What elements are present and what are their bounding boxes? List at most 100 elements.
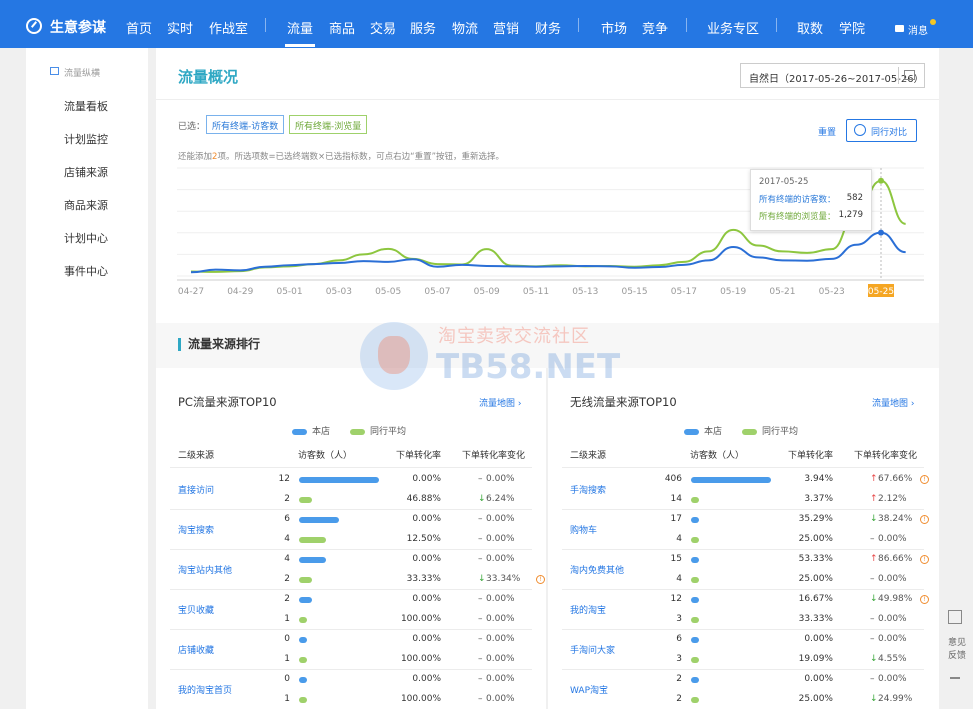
peer-visitor-bar xyxy=(691,657,699,663)
nav-item-7[interactable]: 物流 xyxy=(452,18,478,37)
nav-item-12[interactable]: 业务专区 xyxy=(707,18,759,37)
sidebar-item-5[interactable]: 事件中心 xyxy=(64,263,108,279)
peer-visitor-bar xyxy=(299,657,307,663)
legend-label: 同行平均 xyxy=(370,427,407,437)
store-conversion-change: 67.66% xyxy=(878,474,913,484)
source-name-link[interactable]: 手淘搜索 xyxy=(570,483,606,496)
source-name-link[interactable]: 直接访问 xyxy=(178,483,214,496)
source-name-link[interactable]: 我的淘宝 xyxy=(570,603,606,616)
source-name-link[interactable]: 我的淘宝首页 xyxy=(178,683,232,696)
dash-icon: – xyxy=(478,634,483,644)
peer-conversion-change: 0.00% xyxy=(486,614,515,624)
row-divider xyxy=(170,669,532,670)
store-visitor-count: 0 xyxy=(284,674,290,684)
arrow-down-icon: ↓ xyxy=(870,694,878,704)
warning-icon[interactable]: ! xyxy=(536,575,545,584)
tooltip-value: 582 xyxy=(846,193,863,203)
source-name-link[interactable]: 宝贝收藏 xyxy=(178,603,214,616)
source-name-link[interactable]: 购物车 xyxy=(570,523,597,536)
brand-name[interactable]: 生意参谋 xyxy=(50,17,106,37)
store-visitor-bar xyxy=(299,637,307,643)
peer-visitor-count: 4 xyxy=(284,534,290,544)
peer-visitor-bar xyxy=(691,577,699,583)
traffic-section-icon xyxy=(50,67,59,75)
dash-icon: – xyxy=(478,674,483,684)
warning-icon[interactable]: ! xyxy=(920,475,929,484)
floating-toolbar: 意见反馈 xyxy=(941,605,973,685)
nav-item-13[interactable]: 取数 xyxy=(797,18,823,37)
store-visitor-bar xyxy=(691,477,771,483)
sidebar-item-2[interactable]: 店铺来源 xyxy=(64,164,108,180)
back-to-top-icon[interactable] xyxy=(950,669,960,679)
peer-compare-button[interactable]: 同行对比 xyxy=(846,119,917,142)
peer-visitor-bar xyxy=(691,697,699,703)
store-conversion-rate: 0.00% xyxy=(412,474,441,484)
traffic-map-link[interactable]: 流量地图 › xyxy=(479,396,521,409)
calendar-icon[interactable] xyxy=(898,67,918,84)
nav-item-14[interactable]: 学院 xyxy=(839,18,865,37)
source-name-link[interactable]: 淘内免费其他 xyxy=(570,563,624,576)
tooltip-row-visitors: 所有终端的访客数： 582 xyxy=(759,193,863,205)
nav-item-1[interactable]: 实时 xyxy=(167,18,193,37)
nav-item-9[interactable]: 财务 xyxy=(535,18,561,37)
source-name-link[interactable]: 淘宝站内其他 xyxy=(178,563,232,576)
series-point-highlight[interactable] xyxy=(878,177,884,184)
store-conversion-rate: 3.94% xyxy=(804,474,833,484)
sidebar-item-3[interactable]: 商品来源 xyxy=(64,197,108,213)
message-icon[interactable] xyxy=(895,25,904,32)
source-name-link[interactable]: 店铺收藏 xyxy=(178,643,214,656)
nav-item-2[interactable]: 作战室 xyxy=(209,18,248,37)
warning-icon[interactable]: ! xyxy=(920,595,929,604)
nav-item-4[interactable]: 商品 xyxy=(329,18,355,37)
warning-icon[interactable]: ! xyxy=(920,515,929,524)
feedback-link[interactable]: 意见反馈 xyxy=(944,635,970,661)
nav-item-3[interactable]: 流量 xyxy=(284,18,316,47)
warning-icon[interactable]: ! xyxy=(920,555,929,564)
x-tick-label: 05-09 xyxy=(474,287,500,297)
metric-tag-visitors[interactable]: 所有终端-访客数 xyxy=(206,115,285,134)
metric-tag-pageviews[interactable]: 所有终端-浏览量 xyxy=(289,115,368,134)
peer-visitor-bar xyxy=(299,497,313,503)
qrcode-icon[interactable] xyxy=(948,610,962,624)
x-tick-label: 05-05 xyxy=(375,287,401,297)
nav-item-6[interactable]: 服务 xyxy=(410,18,436,37)
message-link[interactable]: 消息 xyxy=(908,22,928,37)
store-conversion-change: 0.00% xyxy=(878,674,907,684)
sidebar-item-0[interactable]: 流量看板 xyxy=(64,98,108,114)
nav-divider xyxy=(578,18,579,32)
peer-visitor-count: 4 xyxy=(676,534,682,544)
peer-visitor-bar xyxy=(691,497,699,503)
reset-link[interactable]: 重置 xyxy=(818,125,836,138)
peer-visitor-count: 4 xyxy=(676,574,682,584)
source-name-link[interactable]: WAP淘宝 xyxy=(570,683,608,696)
nav-item-8[interactable]: 营销 xyxy=(493,18,519,37)
sidebar-item-4[interactable]: 计划中心 xyxy=(64,230,108,246)
peer-visitor-count: 14 xyxy=(670,494,682,504)
traffic-overview-panel: 流量概况 自然日（2017-05-26~2017-05-26） 已选： 所有终端… xyxy=(156,48,939,323)
peer-visitor-bar xyxy=(691,617,699,623)
panel-title: 无线流量来源TOP10 xyxy=(570,395,677,409)
nav-item-11[interactable]: 竞争 xyxy=(642,18,668,37)
x-tick-label: 05-03 xyxy=(326,287,352,297)
dash-icon: – xyxy=(870,634,875,644)
peer-visitor-bar xyxy=(299,537,326,543)
nav-item-0[interactable]: 首页 xyxy=(126,18,152,37)
sidebar-item-1[interactable]: 计划监控 xyxy=(64,131,108,147)
nav-divider xyxy=(776,18,777,32)
traffic-map-link[interactable]: 流量地图 › xyxy=(872,396,914,409)
source-name-link[interactable]: 手淘问大家 xyxy=(570,643,615,656)
legend-swatch-peer xyxy=(742,428,758,435)
nav-item-10[interactable]: 市场 xyxy=(601,18,627,37)
source-name-link[interactable]: 淘宝搜索 xyxy=(178,523,214,536)
store-conversion-rate: 35.29% xyxy=(798,514,833,524)
legend-swatch-store xyxy=(292,428,307,435)
column-header-1: 访客数（人） xyxy=(298,451,353,461)
store-visitor-bar xyxy=(691,517,699,523)
store-conversion-rate: 53.33% xyxy=(798,554,833,564)
arrow-down-icon: ↓ xyxy=(870,654,878,664)
nav-item-5[interactable]: 交易 xyxy=(370,18,396,37)
store-visitor-count: 6 xyxy=(284,514,290,524)
store-visitor-count: 406 xyxy=(664,474,682,484)
store-conversion-change: 0.00% xyxy=(486,634,515,644)
series-point-highlight[interactable] xyxy=(878,229,884,236)
